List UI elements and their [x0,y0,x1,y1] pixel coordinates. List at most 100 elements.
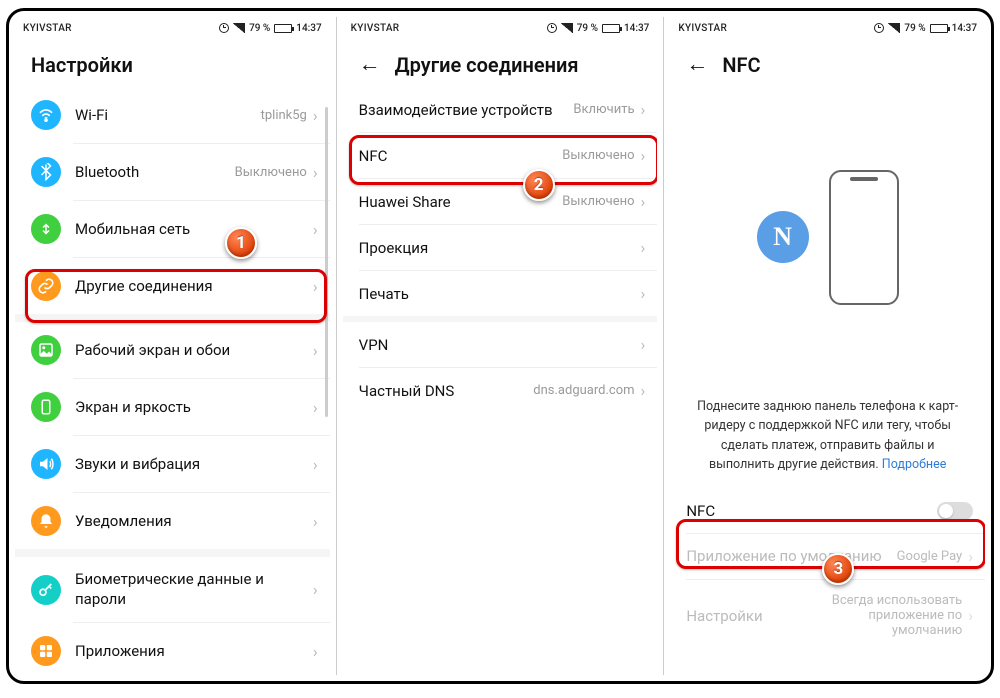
phone-outline-icon [829,170,899,305]
row-label: Wi-Fi [75,106,261,124]
signal-icon [888,23,900,33]
row-label: Частный DNS [359,382,534,400]
row-label: Мобильная сеть [75,220,313,238]
connection-row-3[interactable]: Проекция› [343,225,658,270]
chevron-right-icon: › [641,238,646,257]
status-bar: KYIVSTAR 79 % 14:37 [15,17,330,39]
row-label: Huawei Share [359,193,563,211]
row-label: Экран и яркость [75,398,313,416]
chevron-right-icon: › [313,398,318,417]
carrier-label: KYIVSTAR [678,23,727,34]
alarm-icon [874,23,884,33]
sound-icon [31,449,61,479]
screen-nfc: KYIVSTAR 79 % 14:37 ← NFC N Поднесите за… [670,17,985,675]
settings-row-wallpaper[interactable]: Рабочий экран и обои› [15,322,330,378]
battery-icon [930,24,948,33]
chevron-right-icon: › [641,146,646,165]
nfc-description: Поднесите заднюю панель телефона к карт-… [670,397,985,475]
connection-row-0[interactable]: Взаимодействие устройствВключить › [343,87,658,132]
row-label: Bluetooth [75,163,235,181]
carrier-label: KYIVSTAR [23,23,72,34]
display-icon [31,392,61,422]
row-label: Звуки и вибрация [75,455,313,473]
bell-icon [31,506,61,536]
chevron-right-icon: › [313,106,318,125]
chevron-right-icon: › [641,192,646,211]
battery-icon [602,24,620,33]
nfc-settings-label: Настройки [686,607,822,625]
carrier-label: KYIVSTAR [351,23,400,34]
chevron-right-icon: › [641,381,646,400]
chevron-right-icon: › [313,512,318,531]
back-button[interactable]: ← [359,54,381,76]
chevron-right-icon: › [313,220,318,239]
chevron-right-icon: › [313,341,318,360]
nfc-illustration: N [670,117,985,357]
page-title: Настройки [31,53,133,77]
row-label: Приложения [75,642,313,660]
page-title: NFC [722,53,760,77]
chevron-right-icon: › [313,642,318,661]
scrollbar[interactable] [325,107,328,417]
chevron-right-icon: › [313,580,318,599]
row-value: Выключено [562,148,634,163]
row-label: Другие соединения [75,277,313,295]
clock: 14:37 [624,23,649,34]
settings-row-wifi[interactable]: Wi-Fitplink5g › [15,87,330,143]
status-bar: KYIVSTAR 79 % 14:37 [343,17,658,39]
connection-row-5[interactable]: VPN› [343,322,658,367]
row-label: Проекция [359,239,641,257]
back-button[interactable]: ← [686,54,708,76]
row-label: Уведомления [75,512,313,530]
settings-row-bluetooth[interactable]: BluetoothВыключено › [15,144,330,200]
battery-percent: 79 % [577,23,598,34]
wifi-icon [31,100,61,130]
battery-percent: 79 % [249,23,270,34]
key-icon [31,575,61,605]
settings-row-sound[interactable]: Звуки и вибрация› [15,436,330,492]
row-value: dns.adguard.com [533,383,634,398]
screen-settings: KYIVSTAR 79 % 14:37 Настройки Wi-Fitplin… [15,17,330,675]
clock: 14:37 [296,23,321,34]
row-value: Включить [573,102,634,117]
row-label: NFC [359,147,563,165]
alarm-icon [547,23,557,33]
alarm-icon [219,23,229,33]
settings-row-key[interactable]: Биометрические данные и пароли› [15,557,330,622]
chevron-right-icon: › [968,547,973,566]
settings-row-bell[interactable]: Уведомления› [15,493,330,549]
row-value: tplink5g [261,108,307,123]
nfc-toggle[interactable] [937,502,973,520]
default-app-label: Приложение по умолчанию [686,547,896,567]
wallpaper-icon [31,335,61,365]
signal-icon [233,23,245,33]
link-icon [31,271,61,301]
settings-row-display[interactable]: Экран и яркость› [15,379,330,435]
connection-row-2[interactable]: Huawei ShareВыключено › [343,179,658,224]
apps-icon [31,636,61,666]
screen-other-connections: KYIVSTAR 79 % 14:37 ← Другие соединения … [343,17,658,675]
nfc-toggle-row[interactable]: NFC [670,489,985,533]
nfc-icon: N [757,211,809,263]
chevron-right-icon: › [313,163,318,182]
connection-row-1[interactable]: NFCВыключено › [343,133,658,178]
chevron-right-icon: › [313,455,318,474]
connection-row-6[interactable]: Частный DNSdns.adguard.com › [343,368,658,413]
settings-row-link[interactable]: Другие соединения› [15,258,330,314]
row-value: Выключено [235,165,307,180]
connection-row-4[interactable]: Печать› [343,271,658,316]
more-link[interactable]: Подробнее [882,457,947,472]
row-label: VPN [359,336,641,354]
row-label: Биометрические данные и пароли [75,570,313,609]
row-label: Взаимодействие устройств [359,101,574,119]
chevron-right-icon: › [641,100,646,119]
bluetooth-icon [31,157,61,187]
mobile-icon [31,214,61,244]
row-value: Выключено [562,194,634,209]
settings-row-apps[interactable]: Приложения› [15,623,330,675]
chevron-right-icon: › [641,335,646,354]
page-title: Другие соединения [395,53,579,77]
signal-icon [561,23,573,33]
default-app-value: Google Pay [897,549,963,564]
settings-row-mobile[interactable]: Мобильная сеть› [15,201,330,257]
